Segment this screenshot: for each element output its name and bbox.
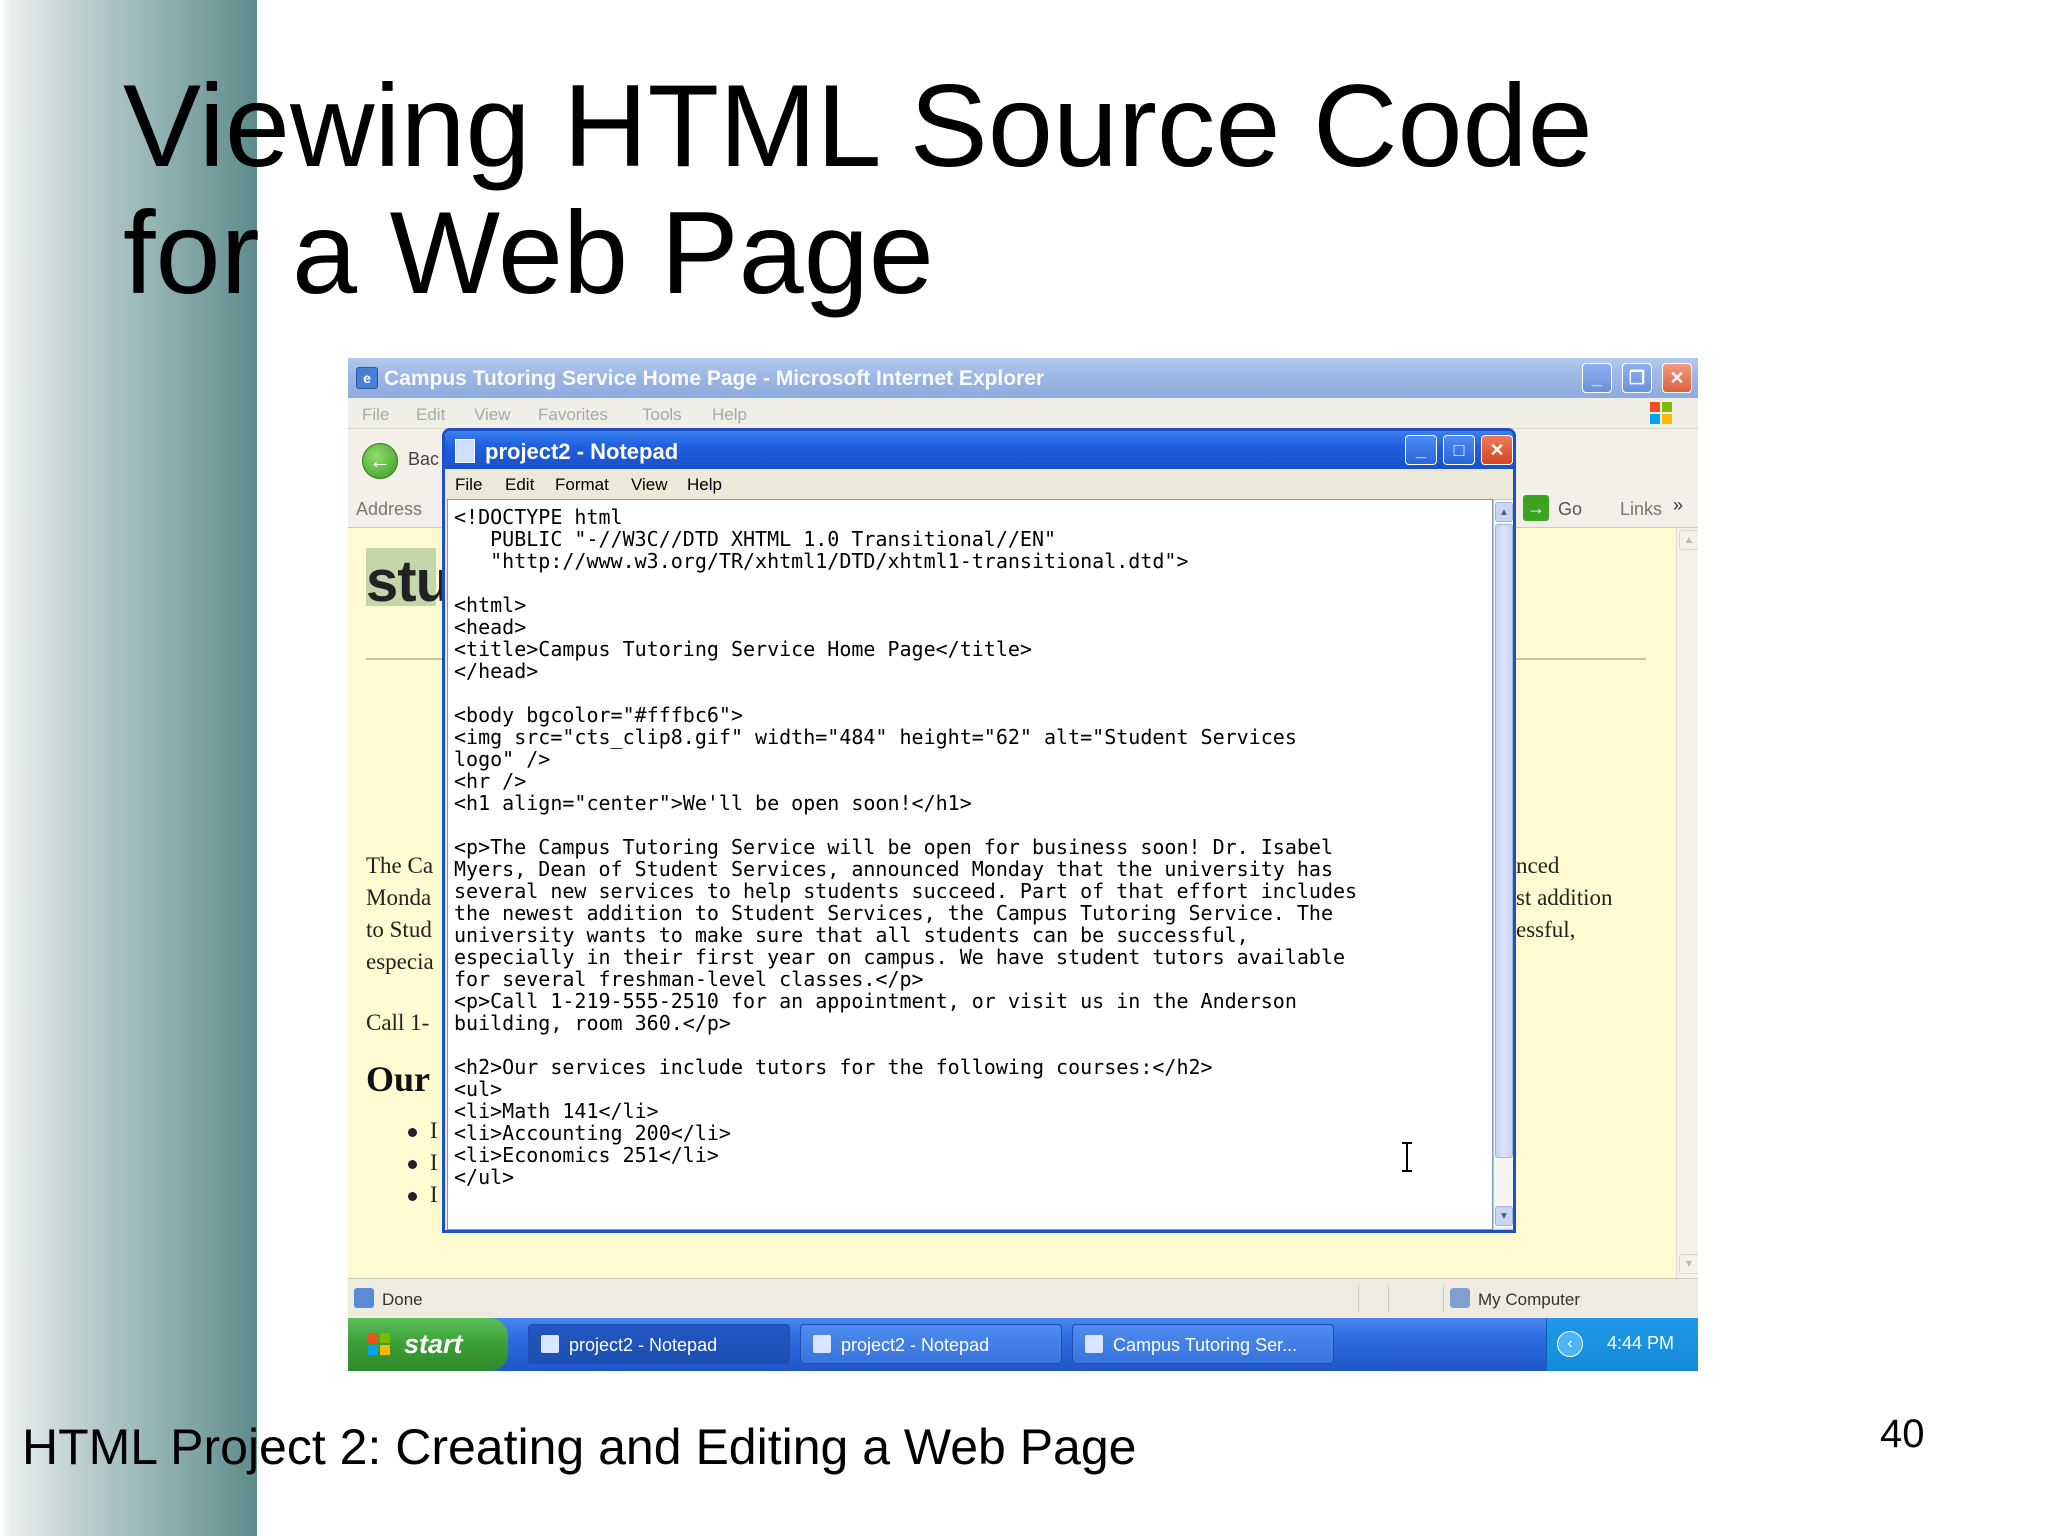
page-text-line: nced xyxy=(1516,853,1560,878)
slide-title: Viewing HTML Source Code for a Web Page xyxy=(123,62,1593,316)
system-tray: ‹ 4:44 PM xyxy=(1546,1318,1698,1371)
zone-text: My Computer xyxy=(1478,1290,1581,1309)
taskbar-item-notepad[interactable]: project2 - Notepad xyxy=(800,1324,1062,1364)
notepad-maximize-button[interactable]: □ xyxy=(1443,435,1475,465)
page-text-line: Monda xyxy=(366,885,432,910)
page-text-line: The Ca xyxy=(366,853,434,878)
start-button[interactable]: start xyxy=(348,1318,508,1371)
taskbar-item-notepad[interactable]: project2 - Notepad xyxy=(528,1324,790,1364)
notepad-title-bar[interactable]: project2 - Notepad _ □ ✕ xyxy=(445,431,1513,469)
bullet-text-fragment: I xyxy=(430,1150,438,1175)
scroll-up-icon[interactable]: ▲ xyxy=(1495,502,1513,522)
status-text: Done xyxy=(382,1290,423,1309)
bullet-dot xyxy=(408,1128,417,1137)
bullet-text-fragment: I xyxy=(430,1182,438,1207)
slide-title-line-2: for a Web Page xyxy=(123,187,934,318)
notepad-minimize-button[interactable]: _ xyxy=(1405,435,1437,465)
bullet-dot xyxy=(408,1192,417,1201)
taskbar-item-label: project2 - Notepad xyxy=(841,1335,990,1355)
notepad-menu-edit[interactable]: Edit xyxy=(505,475,534,495)
slide-footer: HTML Project 2: Creating and Editing a W… xyxy=(22,1419,1137,1475)
chevron-right-icon[interactable]: » xyxy=(1673,495,1683,516)
notepad-menu-help[interactable]: Help xyxy=(687,475,722,495)
notepad-menu-file[interactable]: File xyxy=(455,475,482,495)
page-text-line: to Stud xyxy=(366,917,432,942)
page-text-line: st addition xyxy=(1516,885,1613,910)
taskbar-item-ie[interactable]: Campus Tutoring Ser... xyxy=(1072,1324,1334,1364)
ie-status-bar: Done My Computer xyxy=(348,1278,1698,1319)
page-logo: stu xyxy=(366,549,451,614)
notepad-vertical-scrollbar[interactable]: ▲ ▼ xyxy=(1493,499,1513,1230)
ie-close-button[interactable]: ✕ xyxy=(1662,363,1692,393)
notepad-window-title: project2 - Notepad xyxy=(485,439,679,464)
html-source-code: <!DOCTYPE html PUBLIC "-//W3C//DTD XHTML… xyxy=(454,505,1358,1189)
ie-window-title: Campus Tutoring Service Home Page - Micr… xyxy=(384,367,1045,390)
notepad-close-button[interactable]: ✕ xyxy=(1481,435,1513,465)
go-button[interactable]: Go xyxy=(1558,499,1582,520)
notepad-menu-bar: File Edit Format View Help xyxy=(445,469,1513,499)
notepad-icon xyxy=(541,1335,559,1353)
taskbar-item-label: Campus Tutoring Ser... xyxy=(1113,1335,1298,1355)
windows-flag-icon xyxy=(368,1333,390,1355)
taskbar: start project2 - Notepad project2 - Note… xyxy=(348,1318,1698,1371)
ie-icon xyxy=(1085,1335,1103,1353)
ie-menu-edit[interactable]: Edit xyxy=(416,405,445,425)
page-call-line: Call 1- xyxy=(366,1010,430,1035)
chevron-left-icon[interactable]: ‹ xyxy=(1557,1331,1583,1357)
scrollbar-thumb[interactable] xyxy=(1495,524,1513,1158)
ie-minimize-button[interactable]: _ xyxy=(1582,363,1612,393)
back-button-label[interactable]: Bac xyxy=(408,449,439,470)
links-button[interactable]: Links xyxy=(1620,499,1662,520)
page-text-line: essful, xyxy=(1516,917,1576,942)
status-divider xyxy=(1443,1285,1444,1313)
clock: 4:44 PM xyxy=(1607,1333,1675,1353)
back-arrow-icon[interactable]: ← xyxy=(362,443,398,479)
ie-title-bar[interactable]: e Campus Tutoring Service Home Page - Mi… xyxy=(348,358,1698,398)
status-divider xyxy=(1388,1285,1389,1313)
page-h2-fragment: Our xyxy=(366,1059,431,1099)
ie-menu-file[interactable]: File xyxy=(362,405,389,425)
notepad-window: project2 - Notepad _ □ ✕ File Edit Forma… xyxy=(442,428,1516,1233)
address-label: Address xyxy=(356,499,423,519)
ie-restore-button[interactable]: ❐ xyxy=(1622,363,1652,393)
ie-menu-tools[interactable]: Tools xyxy=(642,405,682,425)
ie-menu-bar: File Edit View Favorites Tools Help xyxy=(348,398,1698,429)
notepad-icon xyxy=(813,1335,831,1353)
page-text-line: especia xyxy=(366,949,434,974)
ie-icon: e xyxy=(356,367,378,389)
notepad-menu-view[interactable]: View xyxy=(631,475,668,495)
windows-logo-icon xyxy=(1650,402,1672,424)
go-arrow-icon[interactable]: → xyxy=(1523,495,1549,521)
slide-page-number: 40 xyxy=(1880,1412,1925,1456)
scroll-down-icon[interactable]: ▼ xyxy=(1495,1206,1513,1226)
notepad-text-area[interactable]: <!DOCTYPE html PUBLIC "-//W3C//DTD XHTML… xyxy=(447,499,1493,1230)
ie-menu-help[interactable]: Help xyxy=(712,405,747,425)
ie-menu-view[interactable]: View xyxy=(474,405,511,425)
my-computer-icon xyxy=(1450,1288,1470,1308)
notepad-menu-format[interactable]: Format xyxy=(555,475,609,495)
text-cursor-icon xyxy=(1402,1142,1412,1172)
start-label: start xyxy=(404,1329,463,1359)
bullet-text-fragment: I xyxy=(430,1118,438,1143)
bullet-dot xyxy=(408,1160,417,1169)
ie-scroll-up-icon[interactable]: ▲ xyxy=(1679,530,1698,550)
slide-title-line-1: Viewing HTML Source Code xyxy=(123,60,1593,191)
ie-vertical-scrollbar[interactable]: ▲ ▼ xyxy=(1676,528,1698,1278)
status-divider xyxy=(1358,1285,1359,1313)
ie-menu-favorites[interactable]: Favorites xyxy=(538,405,608,425)
taskbar-item-label: project2 - Notepad xyxy=(569,1335,718,1355)
notepad-icon xyxy=(455,439,475,463)
page-done-icon xyxy=(354,1288,374,1308)
ie-scroll-down-icon[interactable]: ▼ xyxy=(1679,1254,1698,1274)
